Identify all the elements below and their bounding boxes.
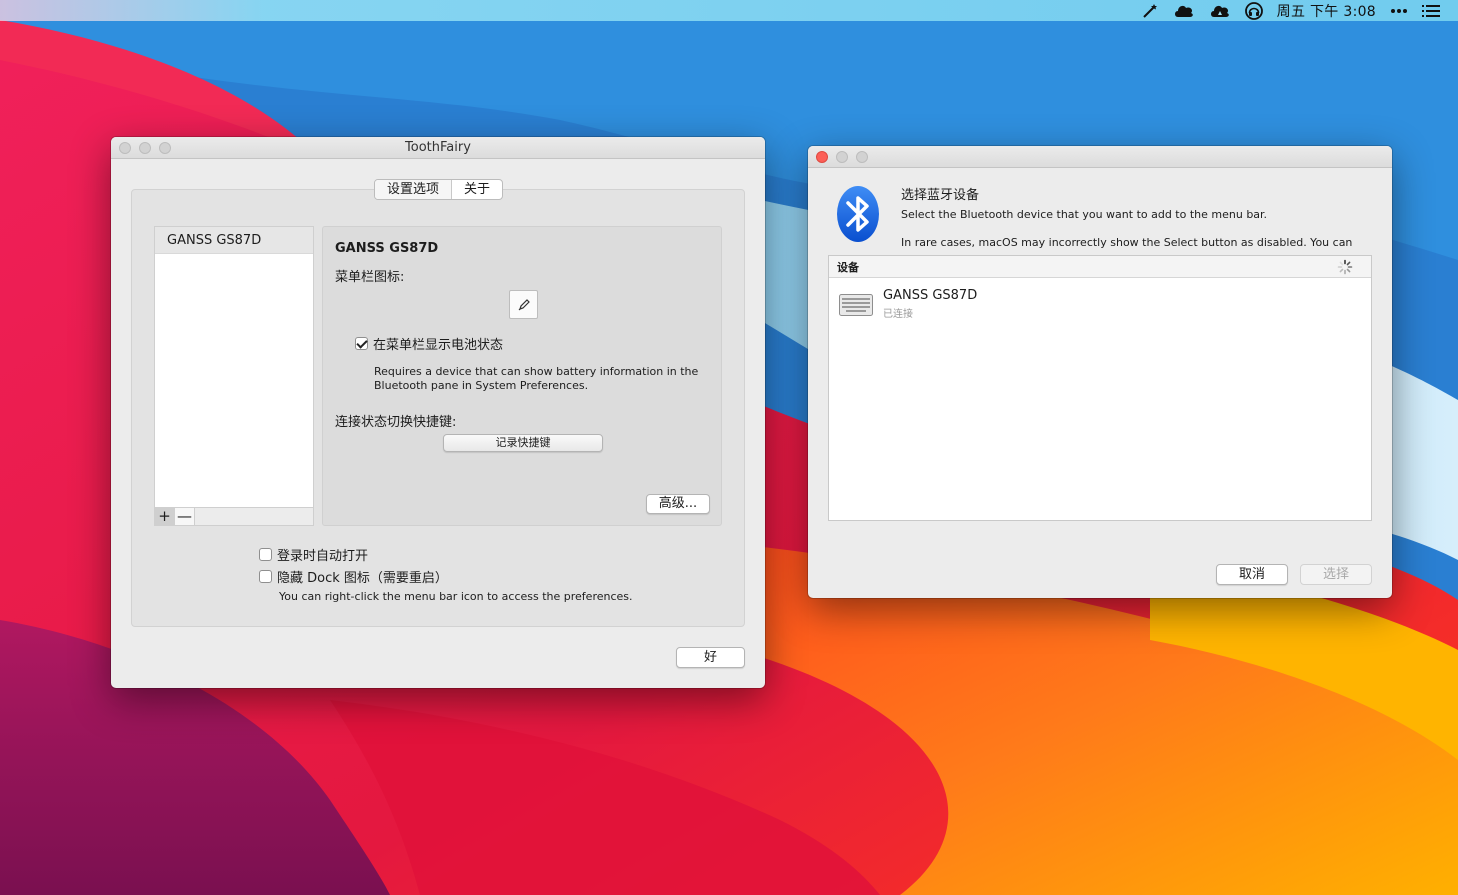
device-status: 已连接 (883, 309, 913, 320)
ok-button[interactable]: 好 (676, 647, 745, 668)
cloud-sync-icon[interactable] (1209, 0, 1231, 21)
bluetooth-icon (835, 184, 881, 248)
login-open-checkbox[interactable] (259, 548, 272, 561)
close-window-button[interactable] (816, 151, 828, 163)
table-header: 设备 (829, 256, 1371, 278)
titlebar[interactable]: ToothFairy (111, 137, 765, 159)
toothfairy-preferences-window: ToothFairy 设置选项 关于 GANSS GS87D + — GANSS… (111, 137, 765, 688)
picker-description-2: In rare cases, macOS may incorrectly sho… (901, 236, 1353, 252)
menubar-clock[interactable]: 周五 下午 3:08 (1277, 0, 1376, 21)
device-name: GANSS GS87D (883, 288, 978, 303)
device-name: GANSS GS87D (335, 241, 439, 256)
close-window-button[interactable] (119, 142, 131, 154)
list-icon[interactable] (1422, 0, 1440, 21)
tab-about[interactable]: 关于 (452, 180, 502, 199)
keyboard-icon (839, 294, 873, 316)
hide-dock-label: 隐藏 Dock 图标（需要重启） (277, 571, 448, 586)
column-header-devices: 设备 (837, 261, 859, 274)
show-battery-checkbox[interactable] (355, 337, 368, 350)
pencil-icon (518, 298, 530, 310)
shortcut-label: 连接状态切换快捷键: (335, 415, 457, 430)
add-device-button[interactable]: + (155, 508, 175, 525)
device-row[interactable]: GANSS GS87D 已连接 (839, 288, 977, 320)
picker-description: Select the Bluetooth device that you wan… (901, 208, 1268, 221)
cloud-icon[interactable] (1173, 0, 1195, 21)
tab-settings[interactable]: 设置选项 (375, 180, 453, 199)
remove-device-button[interactable]: — (175, 508, 195, 525)
bluetooth-device-picker-window: 选择蓝牙设备 Select the Bluetooth device that … (808, 146, 1392, 598)
select-button[interactable]: 选择 (1300, 564, 1372, 585)
menu-bar: 周五 下午 3:08 (0, 0, 1458, 21)
titlebar[interactable] (808, 146, 1392, 168)
show-battery-label: 在菜单栏显示电池状态 (373, 338, 504, 353)
menu-icon-picker-button[interactable] (509, 290, 538, 319)
minimize-window-button[interactable] (139, 142, 151, 154)
battery-note: Requires a device that can show battery … (374, 365, 699, 392)
login-open-checkbox-row[interactable]: 登录时自动打开 (259, 545, 368, 564)
magic-wand-icon[interactable] (1141, 0, 1159, 21)
device-list: GANSS GS87D + — (154, 226, 314, 526)
login-open-label: 登录时自动打开 (277, 549, 369, 564)
right-click-note: You can right-click the menu bar icon to… (279, 590, 633, 603)
device-detail-panel: GANSS GS87D 菜单栏图标: 在菜单栏显示电池状态 Requires a… (322, 226, 722, 526)
show-battery-checkbox-row[interactable]: 在菜单栏显示电池状态 (355, 334, 503, 353)
loading-spinner-icon (1337, 259, 1353, 275)
record-shortcut-button[interactable]: 记录快捷键 (443, 434, 603, 452)
minimize-window-button[interactable] (836, 151, 848, 163)
window-title: ToothFairy (405, 140, 471, 155)
hide-dock-checkbox[interactable] (259, 570, 272, 583)
zoom-window-button[interactable] (159, 142, 171, 154)
tab-control: 设置选项 关于 (374, 179, 504, 200)
hide-dock-checkbox-row[interactable]: 隐藏 Dock 图标（需要重启） (259, 567, 448, 586)
picker-title: 选择蓝牙设备 (901, 188, 980, 203)
device-table: 设备 GANSS GS87D 已连接 (828, 255, 1372, 521)
more-icon[interactable] (1390, 0, 1408, 21)
device-list-item[interactable]: GANSS GS87D (155, 227, 313, 254)
menu-icon-label: 菜单栏图标: (335, 270, 405, 285)
headphones-icon[interactable] (1244, 0, 1263, 21)
device-list-footer: + — (155, 507, 313, 525)
cancel-button[interactable]: 取消 (1216, 564, 1288, 585)
zoom-window-button[interactable] (856, 151, 868, 163)
advanced-button[interactable]: 高级... (646, 494, 710, 514)
